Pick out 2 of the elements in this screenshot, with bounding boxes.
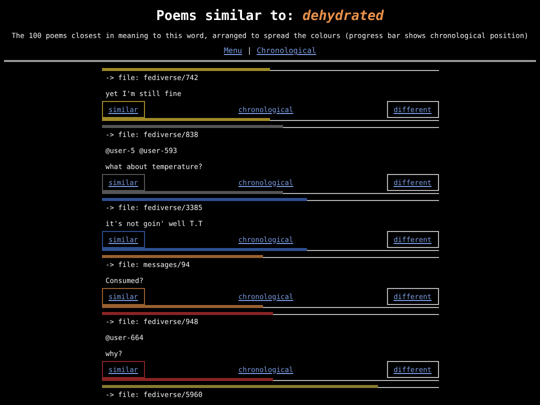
page-title: Poems similar to: bbox=[156, 8, 294, 24]
query-word: dehydrated bbox=[302, 8, 384, 24]
